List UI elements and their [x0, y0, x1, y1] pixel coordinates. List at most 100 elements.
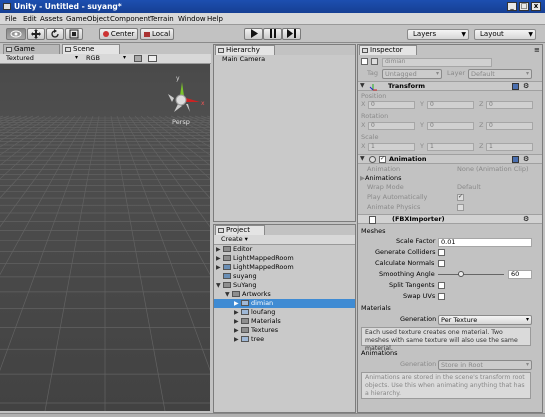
project-scene-suyang[interactable]: suyang [214, 272, 355, 281]
color-channel-dropdown[interactable]: RGB ▾ [84, 54, 128, 64]
scene-lighting-icon[interactable] [134, 55, 142, 62]
menu-component[interactable]: Component [110, 14, 151, 24]
hierarchy-item-main-camera[interactable]: Main Camera [222, 55, 265, 64]
project-scene-lightmappedroom[interactable]: ▶ LightMappedRoom [214, 263, 355, 272]
project-folder-editor[interactable]: ▶ Editor [214, 245, 355, 254]
game-tab-label: Game [14, 45, 35, 53]
scene-audio-icon[interactable] [148, 55, 157, 62]
rotate-tool-button[interactable] [46, 28, 64, 40]
inspector-panel: Inspector ≡ dimian Tag Untagged ▾ Layer D… [357, 44, 543, 413]
menu-assets[interactable]: Assets [40, 14, 63, 24]
tab-inspector[interactable]: Inspector [359, 45, 417, 55]
inspector-menu-icon[interactable]: ≡ [534, 46, 540, 54]
chevron-down-icon: ▼ [528, 31, 533, 38]
tab-game[interactable]: Game [3, 44, 60, 54]
generate-colliders-checkbox[interactable] [438, 249, 445, 256]
gear-icon[interactable]: ⚙ [523, 215, 529, 223]
project-folder-materials[interactable]: ▶ Materials [214, 317, 355, 326]
animation-clip-label: Animation [367, 165, 401, 173]
layers-dropdown[interactable]: Layers ▼ [407, 29, 469, 40]
rotation-x-field[interactable]: 0 [368, 122, 415, 130]
project-model-dimian[interactable]: ▶ dimian [214, 299, 355, 308]
gear-icon[interactable]: ⚙ [523, 82, 529, 90]
position-z-field[interactable]: 0 [486, 101, 533, 109]
project-folder-textures[interactable]: ▶ Textures [214, 326, 355, 335]
swap-uvs-label: Swap UVs [403, 292, 436, 300]
project-folder-artworks[interactable]: ▼ Artworks [214, 290, 355, 299]
pivot-center-toggle[interactable]: Center [99, 28, 138, 40]
wrap-mode-dropdown[interactable]: Default [457, 183, 481, 191]
smoothing-angle-track[interactable] [438, 274, 504, 275]
tab-scene[interactable]: Scene [62, 44, 120, 54]
fbx-importer-header[interactable]: (FBXImporter) ⚙ [358, 214, 542, 224]
rotation-z-field[interactable]: 0 [486, 122, 533, 130]
step-button[interactable] [282, 28, 301, 40]
play-button[interactable] [244, 28, 263, 40]
object-active-checkbox[interactable] [361, 58, 368, 65]
swap-uvs-checkbox[interactable] [438, 293, 445, 300]
transform-header[interactable]: ▼ Transform ⚙ [358, 81, 542, 91]
scale-x-field[interactable]: 1 [368, 143, 415, 151]
menu-help[interactable]: Help [207, 14, 223, 24]
scale-tool-button[interactable] [65, 28, 83, 40]
scene-gizmo[interactable]: y x [164, 75, 208, 120]
animation-generation-dropdown[interactable]: Store in Root ▾ [438, 360, 532, 370]
close-button[interactable]: x [531, 2, 541, 11]
animate-physics-checkbox[interactable] [457, 204, 464, 211]
gear-icon[interactable]: ⚙ [523, 155, 529, 163]
smoothing-angle-field[interactable]: 60 [508, 270, 532, 279]
smoothing-angle-slider-thumb[interactable] [458, 271, 464, 277]
animation-header[interactable]: ▼ Animation ⚙ [358, 154, 542, 164]
scene-viewport[interactable]: y x Persp [0, 64, 210, 411]
folder-icon [241, 327, 249, 333]
position-z-label: Z [479, 100, 484, 108]
calculate-normals-checkbox[interactable] [438, 260, 445, 267]
help-book-icon[interactable] [512, 83, 519, 90]
position-label: Position [361, 92, 387, 100]
title-bar: Unity - Untitled - suyang* _ □ x [0, 0, 545, 13]
project-model-tree[interactable]: ▶ tree [214, 335, 355, 344]
help-book-icon[interactable] [512, 156, 519, 163]
animation-clip-value[interactable]: None (Animation Clip) [457, 165, 529, 173]
orientation-gizmo-icon [168, 82, 200, 112]
position-x-field[interactable]: 0 [368, 101, 415, 109]
position-y-field[interactable]: 0 [427, 101, 474, 109]
tab-project[interactable]: Project [215, 225, 265, 235]
project-folder-lightmappedroom[interactable]: ▶ LightMappedRoom [214, 254, 355, 263]
render-mode-dropdown[interactable]: Textured ▾ [4, 54, 80, 64]
pause-button[interactable] [263, 28, 282, 40]
status-bar [0, 413, 545, 417]
scale-factor-field[interactable]: 0.01 [438, 238, 532, 247]
hand-tool-button[interactable] [6, 28, 26, 40]
split-tangents-checkbox[interactable] [438, 282, 445, 289]
menu-window[interactable]: Window [178, 14, 206, 24]
scale-y-field[interactable]: 1 [427, 143, 474, 151]
space-local-toggle[interactable]: Local [140, 28, 174, 40]
maximize-button[interactable]: □ [519, 2, 529, 11]
menu-terrain[interactable]: Terrain [150, 14, 174, 24]
move-tool-button[interactable] [27, 28, 45, 40]
layout-dropdown[interactable]: Layout ▼ [474, 29, 536, 40]
menu-gameobject[interactable]: GameObject [66, 14, 110, 24]
object-name-field[interactable]: dimian [382, 58, 492, 67]
minimize-button[interactable]: _ [507, 2, 517, 11]
project-folder-suyang[interactable]: ▼ SuYang [214, 281, 355, 290]
expand-arrow-icon: ▶ [234, 318, 239, 325]
rotation-y-label: Y [420, 121, 424, 129]
tag-dropdown[interactable]: Untagged ▾ [382, 69, 442, 79]
animation-enabled-checkbox[interactable] [379, 155, 386, 163]
project-model-loufang[interactable]: ▶ loufang [214, 308, 355, 317]
menu-bar: File Edit Assets GameObject Component Te… [0, 13, 545, 25]
perspective-label[interactable]: Persp [172, 118, 190, 126]
scale-label: Scale [361, 133, 379, 141]
material-generation-dropdown[interactable]: Per Texture ▾ [438, 315, 532, 325]
create-button[interactable]: Create ▾ [221, 235, 248, 243]
tab-hierarchy[interactable]: Hierarchy [215, 45, 275, 55]
menu-file[interactable]: File [5, 14, 17, 24]
menu-edit[interactable]: Edit [23, 14, 37, 24]
layer-dropdown[interactable]: Default ▾ [468, 69, 532, 79]
rotation-y-field[interactable]: 0 [427, 122, 474, 130]
scale-z-field[interactable]: 1 [486, 143, 533, 151]
smoothing-angle-label: Smoothing Angle [379, 270, 435, 278]
play-automatically-checkbox[interactable] [457, 193, 464, 201]
